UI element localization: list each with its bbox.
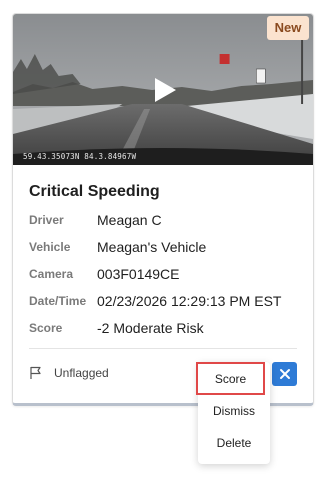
close-icon [279, 369, 290, 379]
play-icon[interactable] [149, 75, 179, 105]
camera-label: Camera [29, 267, 74, 281]
gps-overlay-text: 59.43.35073N 84.3.84967W [23, 152, 137, 161]
new-badge: New [267, 16, 309, 40]
menu-item-dismiss[interactable]: Dismiss [198, 404, 270, 418]
vehicle-label: Vehicle [29, 240, 71, 254]
flag-icon [30, 366, 41, 379]
camera-value: 003F0149CE [97, 266, 180, 282]
score-value: -2 Moderate Risk [97, 320, 204, 336]
event-card: 59.43.35073N 84.3.84967W New Critical Sp… [12, 13, 314, 406]
close-button[interactable] [272, 362, 297, 386]
driver-value: Meagan C [97, 212, 162, 228]
event-title: Critical Speeding [29, 183, 160, 200]
video-thumbnail[interactable]: 59.43.35073N 84.3.84967W New [13, 14, 313, 165]
driver-label: Driver [29, 213, 64, 227]
vehicle-value: Meagan's Vehicle [97, 239, 207, 255]
datetime-value: 02/23/2026 12:29:13 PM EST [97, 293, 282, 309]
menu-item-score[interactable]: Score [196, 362, 265, 395]
flag-toggle[interactable]: Unflagged [29, 366, 109, 380]
divider [29, 348, 297, 349]
datetime-label: Date/Time [29, 294, 87, 308]
score-label: Score [29, 321, 63, 335]
score-button-label: Score [214, 371, 247, 386]
flag-status: Unflagged [54, 366, 109, 380]
menu-item-delete[interactable]: Delete [198, 436, 270, 450]
